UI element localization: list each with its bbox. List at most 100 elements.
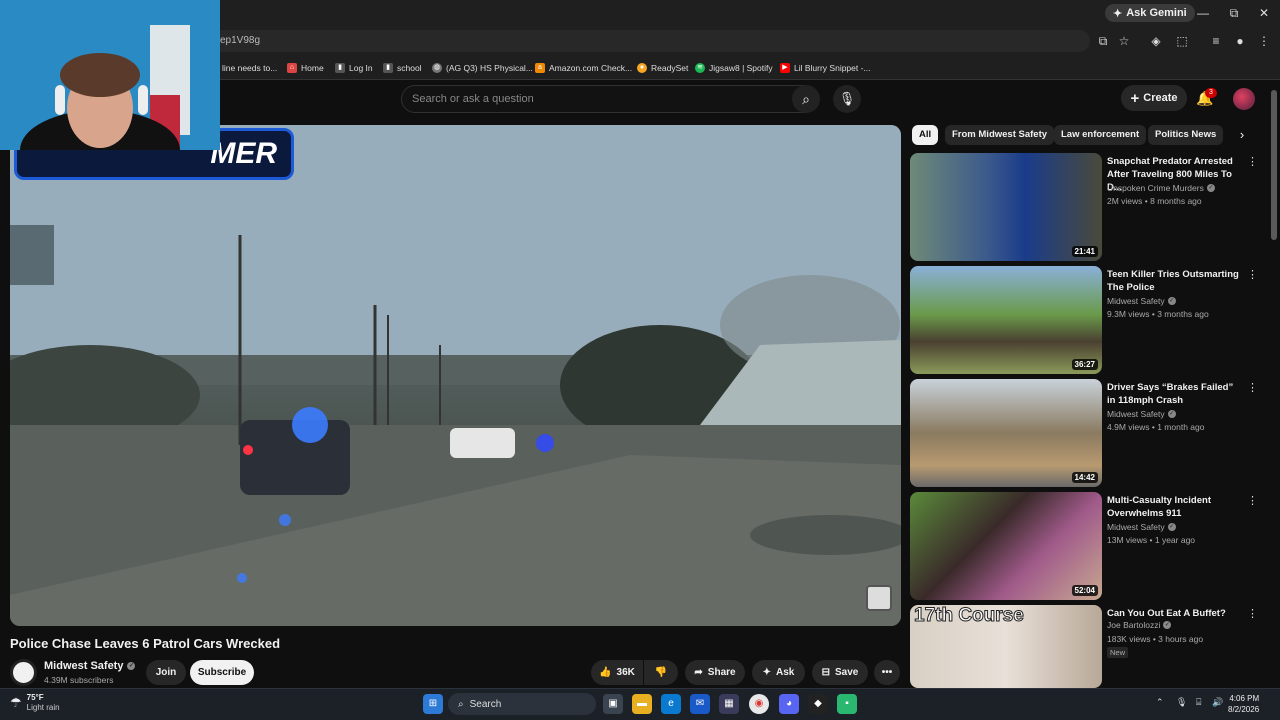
- extension-badge-icon[interactable]: ◈: [1148, 33, 1164, 49]
- video-player[interactable]: [10, 125, 901, 626]
- store-icon[interactable]: ▦: [719, 694, 739, 714]
- chip-law-enforcement[interactable]: Law enforcement: [1054, 125, 1147, 145]
- media-controls-icon[interactable]: ≡: [1208, 33, 1224, 49]
- bookmark-item[interactable]: ▮ Log In: [335, 60, 373, 76]
- recommended-title[interactable]: Can You Out Eat A Buffet?: [1107, 607, 1243, 620]
- chevron-up-icon[interactable]: ⌃: [1156, 697, 1164, 708]
- more-options-icon[interactable]: ⋮: [1247, 381, 1258, 394]
- bookmark-label: Home: [301, 63, 324, 73]
- bookmark-item[interactable]: ▶ Lil Blurry Snippet -...: [780, 60, 871, 76]
- recommended-channel[interactable]: Midwest Safety ✓: [1107, 409, 1176, 419]
- recommended-title[interactable]: Multi-Casualty Incident Overwhelms 911: [1107, 494, 1243, 520]
- amazon-icon: a: [535, 63, 545, 73]
- profile-icon[interactable]: ●: [1232, 33, 1248, 49]
- share-button[interactable]: ➦ Share: [685, 660, 745, 685]
- chip-from-midwest-safety[interactable]: From Midwest Safety: [945, 125, 1055, 145]
- bookmark-label: Log In: [349, 63, 373, 73]
- youtube-icon: ▶: [780, 63, 790, 73]
- video-thumbnail[interactable]: 17th Course: [910, 605, 1102, 688]
- ask-gemini-button[interactable]: ✦ Ask Gemini: [1105, 4, 1195, 22]
- recommended-video[interactable]: 17th Course Can You Out Eat A Buffet? Jo…: [910, 605, 1258, 688]
- duration-badge: 14:42: [1071, 472, 1098, 483]
- maximize-button[interactable]: ⧉: [1219, 4, 1249, 22]
- save-label: Save: [835, 667, 859, 678]
- page-scrollbar[interactable]: [1271, 90, 1277, 240]
- microphone-icon[interactable]: 🎙: [833, 85, 861, 113]
- game-app-icon[interactable]: ◆: [808, 694, 828, 714]
- recommended-video[interactable]: 36:27 Teen Killer Tries Outsmarting The …: [910, 266, 1258, 374]
- recommended-channel[interactable]: Midwest Safety ✓: [1107, 296, 1176, 306]
- more-options-icon[interactable]: ⋮: [1247, 268, 1258, 281]
- close-window-button[interactable]: ✕: [1249, 4, 1279, 22]
- bookmark-label: line needs to...: [222, 63, 278, 73]
- video-thumbnail[interactable]: 14:42: [910, 379, 1102, 487]
- network-icon[interactable]: ⌸: [1196, 697, 1201, 708]
- recommended-channel[interactable]: Midwest Safety ✓: [1107, 522, 1176, 532]
- chrome-icon[interactable]: ◉: [749, 694, 769, 714]
- mail-icon[interactable]: ✉: [690, 694, 710, 714]
- more-options-icon[interactable]: ⋮: [1247, 155, 1258, 168]
- volume-icon[interactable]: 🔊: [1212, 697, 1223, 708]
- ask-button[interactable]: ✦ Ask: [752, 660, 805, 685]
- minimize-button[interactable]: —: [1188, 4, 1218, 22]
- address-bar[interactable]: ep1V98g: [210, 30, 1090, 52]
- duration-badge: 52:04: [1071, 585, 1098, 596]
- file-explorer-icon[interactable]: ▬: [632, 694, 652, 714]
- recommended-title[interactable]: Teen Killer Tries Outsmarting The Police: [1107, 268, 1243, 294]
- thumbnail-text: 17th Course: [914, 605, 1025, 627]
- dislike-button[interactable]: 👎: [644, 660, 678, 685]
- channel-name-link[interactable]: Midwest Safety ✓: [44, 660, 136, 672]
- video-title: Police Chase Leaves 6 Patrol Cars Wrecke…: [10, 636, 281, 651]
- chip-all[interactable]: All: [912, 125, 939, 145]
- discord-icon[interactable]: ◕: [779, 694, 799, 714]
- create-label: Create: [1143, 92, 1178, 104]
- weather-widget[interactable]: ☂ 75°F Light rain: [10, 693, 60, 713]
- task-view-icon[interactable]: ▣: [603, 694, 623, 714]
- subscribe-button[interactable]: Subscribe: [190, 660, 254, 685]
- recommended-video[interactable]: 14:42 Driver Says “Brakes Failed” in 118…: [910, 379, 1258, 487]
- edge-browser-icon[interactable]: e: [661, 694, 681, 714]
- recommended-channel[interactable]: Joe Bartolozzi ✓: [1107, 620, 1172, 630]
- recommended-channel[interactable]: Unspoken Crime Murders ✓: [1107, 183, 1215, 193]
- globe-icon: ◍: [432, 63, 442, 73]
- channel-watermark-logo[interactable]: [866, 585, 892, 611]
- login-icon: ▮: [335, 63, 345, 73]
- more-actions-icon[interactable]: •••: [874, 660, 900, 685]
- bookmark-item[interactable]: ● ReadySet: [637, 60, 688, 76]
- recommended-video[interactable]: 21:41 Snapchat Predator Arrested After T…: [910, 153, 1258, 261]
- account-avatar[interactable]: [1233, 88, 1255, 110]
- more-options-icon[interactable]: ⋮: [1247, 607, 1258, 620]
- bookmark-item[interactable]: line needs to...: [222, 60, 277, 76]
- browser-menu-icon[interactable]: ⋮: [1256, 33, 1272, 49]
- bookmark-item[interactable]: a Amazon.com Check...: [535, 60, 632, 76]
- chip-politics-news[interactable]: Politics News: [1148, 125, 1224, 145]
- extensions-puzzle-icon[interactable]: ⬚: [1174, 33, 1190, 49]
- taskbar-search[interactable]: ⌕ Search: [448, 693, 596, 715]
- bookmark-item[interactable]: ≋ Jigsaw8 | Spotify: [695, 60, 773, 76]
- recommended-video[interactable]: 52:04 Multi-Casualty Incident Overwhelms…: [910, 492, 1258, 600]
- channel-avatar[interactable]: [10, 659, 37, 686]
- like-button[interactable]: 👍 36K: [591, 660, 643, 685]
- microphone-icon[interactable]: 🎙: [1176, 697, 1187, 708]
- bookmark-item[interactable]: ◍ (AG Q3) HS Physical...: [432, 60, 533, 76]
- windows-start-icon[interactable]: ⊞: [423, 694, 443, 714]
- create-button[interactable]: + Create: [1121, 85, 1187, 111]
- install-app-icon[interactable]: ⧉: [1095, 33, 1111, 49]
- search-icon[interactable]: ⌕: [792, 85, 820, 113]
- webcam-overlay: [0, 0, 220, 150]
- bookmark-item[interactable]: ⌂ Home: [287, 60, 324, 76]
- video-thumbnail[interactable]: 21:41: [910, 153, 1102, 261]
- search-input[interactable]: Search or ask a question: [401, 85, 819, 113]
- bookmark-star-icon[interactable]: ☆: [1116, 33, 1132, 49]
- join-button[interactable]: Join: [146, 660, 186, 685]
- save-button[interactable]: ⊟ Save: [812, 660, 868, 685]
- chevron-right-icon[interactable]: ›: [1232, 125, 1252, 145]
- more-options-icon[interactable]: ⋮: [1247, 494, 1258, 507]
- recommended-meta: 9.3M views • 3 months ago: [1107, 309, 1209, 319]
- video-thumbnail[interactable]: 36:27: [910, 266, 1102, 374]
- video-thumbnail[interactable]: 52:04: [910, 492, 1102, 600]
- recommended-title[interactable]: Driver Says “Brakes Failed” in 118mph Cr…: [1107, 381, 1243, 407]
- app-icon[interactable]: ▪: [837, 694, 857, 714]
- system-clock[interactable]: 4:06 PM 8/2/2026: [1228, 693, 1259, 715]
- bookmark-item[interactable]: ▮ school: [383, 60, 422, 76]
